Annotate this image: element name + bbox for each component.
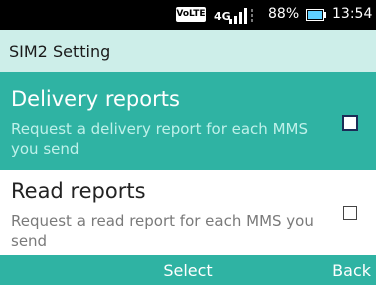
setting-item-title: Delivery reports — [11, 87, 180, 111]
header: SIM2 Setting — [0, 30, 376, 72]
checkbox[interactable] — [342, 115, 358, 131]
setting-item-delivery-reports[interactable]: Delivery reports Request a delivery repo… — [0, 72, 376, 170]
setting-item-title: Read reports — [11, 179, 146, 203]
battery-icon — [306, 9, 326, 21]
status-bar: VoLTE 4G 88% 13:54 — [0, 0, 376, 30]
select-softkey[interactable]: Select — [0, 261, 376, 280]
softkey-bar: Select Back — [0, 255, 376, 285]
volte-badge: VoLTE — [176, 7, 206, 22]
setting-item-read-reports[interactable]: Read reports Request a read report for e… — [0, 170, 376, 252]
battery-percent: 88% — [268, 6, 300, 22]
page-title: SIM2 Setting — [9, 42, 111, 61]
setting-item-subtitle: Request a read report for each MMS you s… — [11, 212, 314, 250]
back-softkey[interactable]: Back — [332, 261, 371, 280]
checkbox[interactable] — [343, 206, 357, 220]
signal-icon — [229, 8, 253, 24]
setting-item-subtitle: Request a delivery report for each MMS y… — [11, 120, 308, 158]
clock: 13:54 — [332, 6, 373, 22]
